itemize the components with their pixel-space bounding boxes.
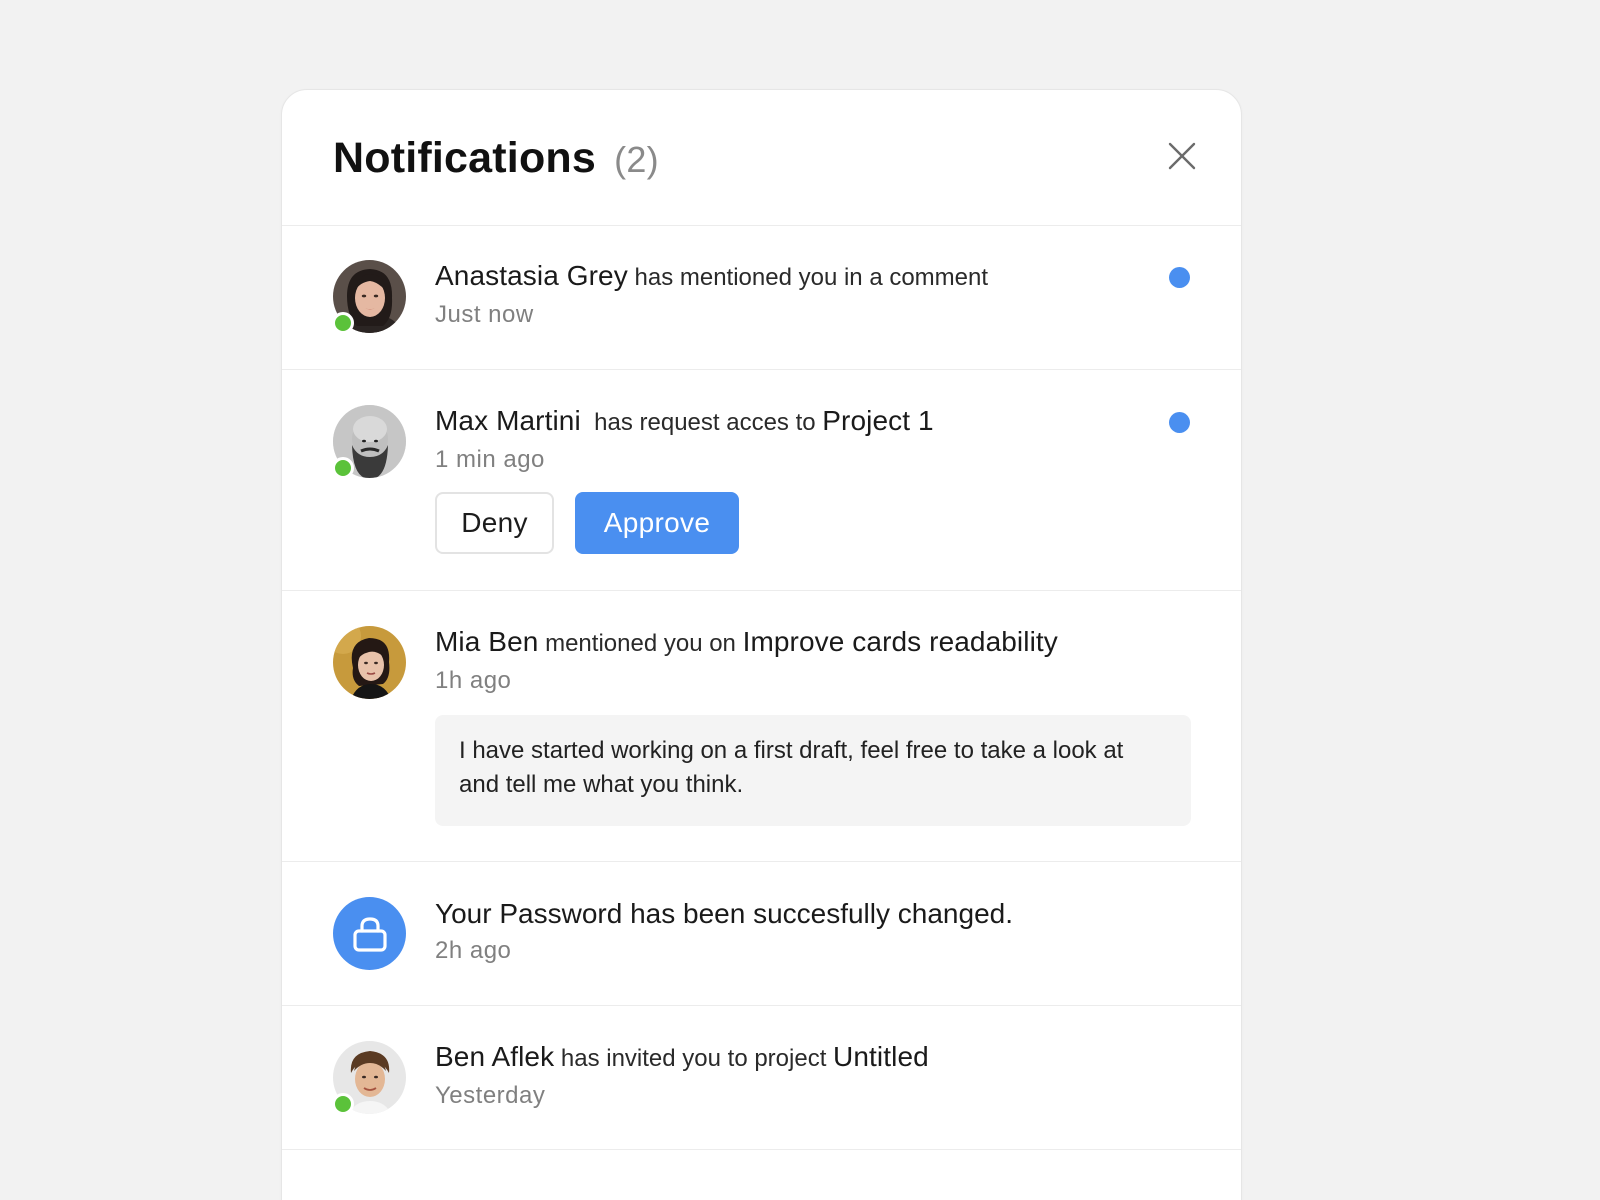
notification-item[interactable]: Max Martini has request acces to Project… [282,370,1241,591]
notification-text: Mia Ben mentioned you on Improve cards r… [435,626,1191,660]
online-status-dot [332,312,354,334]
online-status-dot [332,1093,354,1115]
project-link[interactable]: Untitled [833,1041,929,1072]
notification-time: 1 min ago [435,446,545,473]
user-name[interactable]: Ben Aflek [435,1041,554,1072]
close-icon [1168,142,1196,170]
notification-time: 1h ago [435,667,512,694]
close-button[interactable] [1166,140,1198,172]
notification-item[interactable]: Your Password has been succesfully chang… [282,862,1241,1006]
notification-action: has invited you to project [560,1045,827,1072]
comment-quote: I have started working on a first draft,… [435,715,1191,826]
notification-content: Ben Aflek has invited you to project Unt… [435,1041,1191,1110]
notification-text: Ben Aflek has invited you to project Unt… [435,1041,1191,1075]
notification-item[interactable]: Anastasia Grey has mentioned you in a co… [282,226,1241,370]
unread-indicator [1169,412,1190,433]
lock-icon [352,916,387,952]
notification-item[interactable]: Ben Aflek has invited you to project Unt… [282,1006,1241,1150]
user-name[interactable]: Max Martini [435,405,581,436]
notification-time: 2h ago [435,937,512,964]
notification-content: Anastasia Grey has mentioned you in a co… [435,260,1191,329]
avatar[interactable] [333,626,406,699]
panel-title-text: Notifications [333,134,596,182]
notification-action: has mentioned you in a comment [634,264,989,291]
avatar-image [333,626,406,699]
lock-badge [333,897,406,970]
notification-content: Max Martini has request acces to Project… [435,405,1191,554]
task-link[interactable]: Improve cards readability [743,626,1058,657]
notification-text: Anastasia Grey has mentioned you in a co… [435,260,1191,294]
notification-count: (2) [614,139,659,180]
notification-content: Mia Ben mentioned you on Improve cards r… [435,626,1191,826]
notification-action: mentioned you on [545,630,736,657]
avatar[interactable] [332,260,406,334]
avatar[interactable] [332,405,406,479]
online-status-dot [332,457,354,479]
notification-time: Just now [435,301,534,328]
notification-item[interactable]: Mia Ben mentioned you on Improve cards r… [282,591,1241,862]
panel-title: Notifications (2) [333,134,659,183]
avatar[interactable] [332,1041,406,1115]
project-link[interactable]: Project 1 [822,405,933,436]
user-name[interactable]: Anastasia Grey [435,260,628,291]
user-name[interactable]: Mia Ben [435,626,538,657]
notification-message: Your Password has been succesfully chang… [435,898,1013,929]
notification-content: Your Password has been succesfully chang… [435,898,1191,965]
unread-indicator [1169,267,1190,288]
notification-action: has request acces to [594,409,816,436]
access-actions: Deny Approve [435,492,1191,554]
notification-time: Yesterday [435,1082,546,1109]
notification-text: Max Martini has request acces to Project… [435,405,1191,439]
panel-header: Notifications (2) [282,90,1241,226]
deny-button[interactable]: Deny [435,492,554,554]
notifications-panel: Notifications (2) Anastasia Grey has men… [281,89,1242,1200]
approve-button[interactable]: Approve [575,492,739,554]
